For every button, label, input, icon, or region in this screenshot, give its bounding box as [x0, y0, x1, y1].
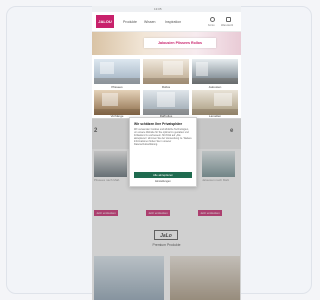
- account-icon-label: Konto: [208, 24, 215, 27]
- cookie-consent-dialog: Wir schätzen Ihre Privatsphäre Wir verwe…: [129, 117, 197, 187]
- cart-icon[interactable]: [226, 17, 231, 22]
- cart-icon-label: Warenkorb: [221, 24, 234, 27]
- nav-item-produkte[interactable]: Produkte: [123, 20, 137, 24]
- cookie-body-text: Wir verwenden Cookies und ähnliche Techn…: [134, 128, 192, 146]
- category-tile[interactable]: [143, 59, 189, 84]
- top-navbar: JALOU Produkte Wissen Inspiration Konto …: [92, 12, 241, 32]
- category-tile[interactable]: [192, 90, 238, 115]
- cookie-title: Wir schätzen Ihre Privatsphäre: [134, 122, 183, 126]
- category-tile[interactable]: [192, 59, 238, 84]
- hero-banner-text: Jalousien Plissees Rollos: [144, 38, 216, 48]
- category-tile-label: Rollos: [161, 85, 171, 89]
- nav-item-inspiration[interactable]: Inspiration: [165, 20, 181, 24]
- nav-item-wissen[interactable]: Wissen: [144, 20, 155, 24]
- category-tile[interactable]: [94, 90, 140, 115]
- category-tile-label: Jalousien: [208, 85, 222, 89]
- category-tile[interactable]: [143, 90, 189, 115]
- category-tile-label: Plissees: [111, 85, 123, 89]
- brand-logo[interactable]: JALOU: [96, 15, 114, 28]
- phone-screenshot: 13:05 JALOU Produkte Wissen Inspiration …: [92, 6, 241, 300]
- category-tile[interactable]: [94, 59, 140, 84]
- cookie-settings-link[interactable]: Einstellungen: [134, 180, 192, 183]
- status-time: 13:05: [154, 7, 162, 11]
- accept-all-button[interactable]: Alle akzeptieren: [134, 172, 192, 178]
- account-icon[interactable]: [210, 17, 215, 22]
- hero-banner-image[interactable]: Jalousien Plissees Rollos: [92, 32, 241, 55]
